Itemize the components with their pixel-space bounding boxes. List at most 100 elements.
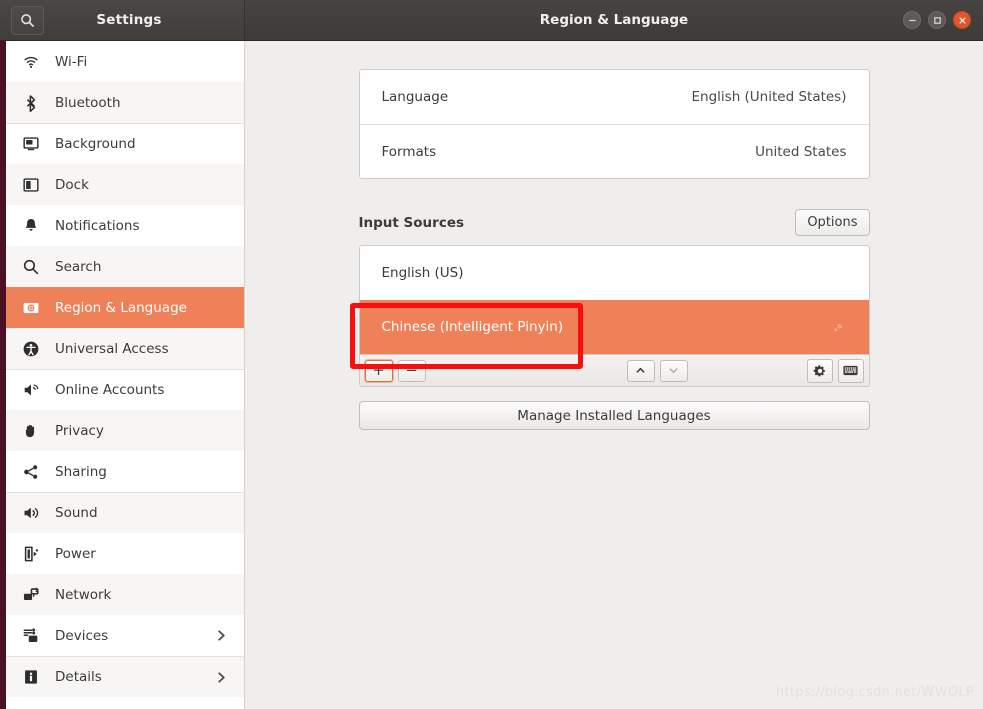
gear-icon <box>813 364 827 378</box>
sidebar-item-label: Search <box>55 259 244 275</box>
formats-value: United States <box>755 144 846 160</box>
language-card: Language English (United States) Formats… <box>359 69 870 179</box>
settings-window: Settings Region & Language <box>0 0 983 709</box>
input-sources-toolbar: + − <box>359 355 870 387</box>
main-content: Language English (United States) Formats… <box>245 41 983 709</box>
manage-languages-wrap: Manage Installed Languages <box>359 401 870 430</box>
titlebar-left: Settings <box>0 0 245 40</box>
background-icon <box>21 134 41 154</box>
info-icon <box>21 667 41 687</box>
options-button[interactable]: Options <box>795 209 869 236</box>
formats-label: Formats <box>382 144 756 160</box>
chevron-right-icon <box>216 629 227 642</box>
app-title: Settings <box>44 12 244 28</box>
chevron-down-icon <box>668 365 679 376</box>
sidebar-item-label: Background <box>55 136 244 152</box>
sidebar: Wi-Fi Bluetooth Background Dock Notification… <box>6 41 245 709</box>
sidebar-item-online-accounts[interactable]: Online Accounts <box>6 369 244 410</box>
sidebar-item-label: Region & Language <box>55 300 244 316</box>
sidebar-item-background[interactable]: Background <box>6 123 244 164</box>
row-formats[interactable]: Formats United States <box>360 124 869 178</box>
sidebar-item-sound[interactable]: Sound <box>6 492 244 533</box>
region-language-icon <box>21 298 41 318</box>
keyboard-icon <box>843 364 858 377</box>
devices-icon <box>21 626 41 646</box>
input-source-row-chinese[interactable]: Chinese (Intelligent Pinyin) <box>360 300 869 354</box>
input-source-settings-button[interactable] <box>807 359 833 383</box>
sidebar-item-bluetooth[interactable]: Bluetooth <box>6 82 244 123</box>
search-icon <box>20 13 35 28</box>
sidebar-item-universal-access[interactable]: Universal Access <box>6 328 244 369</box>
page-title: Region & Language <box>245 12 983 28</box>
sidebar-item-label: Sound <box>55 505 244 521</box>
speaker-icon <box>21 503 41 523</box>
search-icon <box>21 257 41 277</box>
window-body: Wi-Fi Bluetooth Background Dock Notification… <box>0 41 983 709</box>
input-sources-list: English (US) Chinese (Intelligent Pinyin… <box>359 245 870 355</box>
battery-icon <box>21 544 41 564</box>
sidebar-item-devices[interactable]: Devices <box>6 615 244 656</box>
sidebar-item-dock[interactable]: Dock <box>6 164 244 205</box>
chevron-up-icon <box>635 365 646 376</box>
bell-icon <box>21 216 41 236</box>
language-label: Language <box>382 89 692 105</box>
sidebar-item-label: Sharing <box>55 464 244 480</box>
sidebar-item-label: Dock <box>55 177 244 193</box>
online-accounts-icon <box>21 380 41 400</box>
maximize-button[interactable] <box>928 11 946 29</box>
plus-icon: + <box>372 363 385 378</box>
add-input-source-button[interactable]: + <box>365 360 393 382</box>
chevron-right-icon <box>216 671 227 684</box>
maximize-icon <box>933 16 942 25</box>
sidebar-item-wi-fi[interactable]: Wi-Fi <box>6 41 244 82</box>
network-icon <box>21 585 41 605</box>
accessibility-icon <box>21 339 41 359</box>
preferences-gear-icon[interactable] <box>831 319 847 335</box>
remove-input-source-button[interactable]: − <box>398 360 426 382</box>
move-up-button[interactable] <box>627 360 655 382</box>
minus-icon: − <box>405 363 418 378</box>
keyboard-layout-button[interactable] <box>838 359 864 383</box>
toolbar-right-controls <box>802 359 864 383</box>
sidebar-item-label: Network <box>55 587 244 603</box>
sidebar-item-label: Devices <box>55 628 216 644</box>
minimize-icon <box>908 16 917 25</box>
share-icon <box>21 462 41 482</box>
close-button[interactable] <box>953 11 971 29</box>
input-source-row-english[interactable]: English (US) <box>360 246 869 300</box>
hand-icon <box>21 421 41 441</box>
sidebar-item-label: Universal Access <box>55 341 244 357</box>
sidebar-item-search[interactable]: Search <box>6 246 244 287</box>
bluetooth-icon <box>21 93 41 113</box>
input-sources-title: Input Sources <box>359 215 796 231</box>
row-language[interactable]: Language English (United States) <box>360 70 869 124</box>
sidebar-item-network[interactable]: Network <box>6 574 244 615</box>
sidebar-item-label: Bluetooth <box>55 95 244 111</box>
window-controls <box>903 11 983 29</box>
sidebar-item-label: Privacy <box>55 423 244 439</box>
wifi-icon <box>21 52 41 72</box>
sidebar-item-label: Details <box>55 669 216 685</box>
titlebar-right: Region & Language <box>245 0 983 40</box>
move-down-button[interactable] <box>660 360 688 382</box>
sidebar-item-sharing[interactable]: Sharing <box>6 451 244 492</box>
sidebar-item-privacy[interactable]: Privacy <box>6 410 244 451</box>
search-button[interactable] <box>11 6 44 35</box>
input-sources-header: Input Sources Options <box>359 209 870 236</box>
reorder-controls <box>627 360 693 382</box>
dock-icon <box>21 175 41 195</box>
titlebar: Settings Region & Language <box>0 0 983 41</box>
language-value: English (United States) <box>692 89 847 105</box>
sidebar-item-label: Notifications <box>55 218 244 234</box>
manage-installed-languages-button[interactable]: Manage Installed Languages <box>359 401 870 430</box>
minimize-button[interactable] <box>903 11 921 29</box>
sidebar-item-label: Power <box>55 546 244 562</box>
sidebar-item-notifications[interactable]: Notifications <box>6 205 244 246</box>
sidebar-item-region-language[interactable]: Region & Language <box>6 287 244 328</box>
sidebar-item-label: Online Accounts <box>55 382 244 398</box>
watermark: https://blog.csdn.net/WWQLP <box>776 685 974 700</box>
input-source-name: English (US) <box>382 265 847 281</box>
close-icon <box>958 16 967 25</box>
sidebar-item-power[interactable]: Power <box>6 533 244 574</box>
sidebar-item-details[interactable]: Details <box>6 656 244 697</box>
